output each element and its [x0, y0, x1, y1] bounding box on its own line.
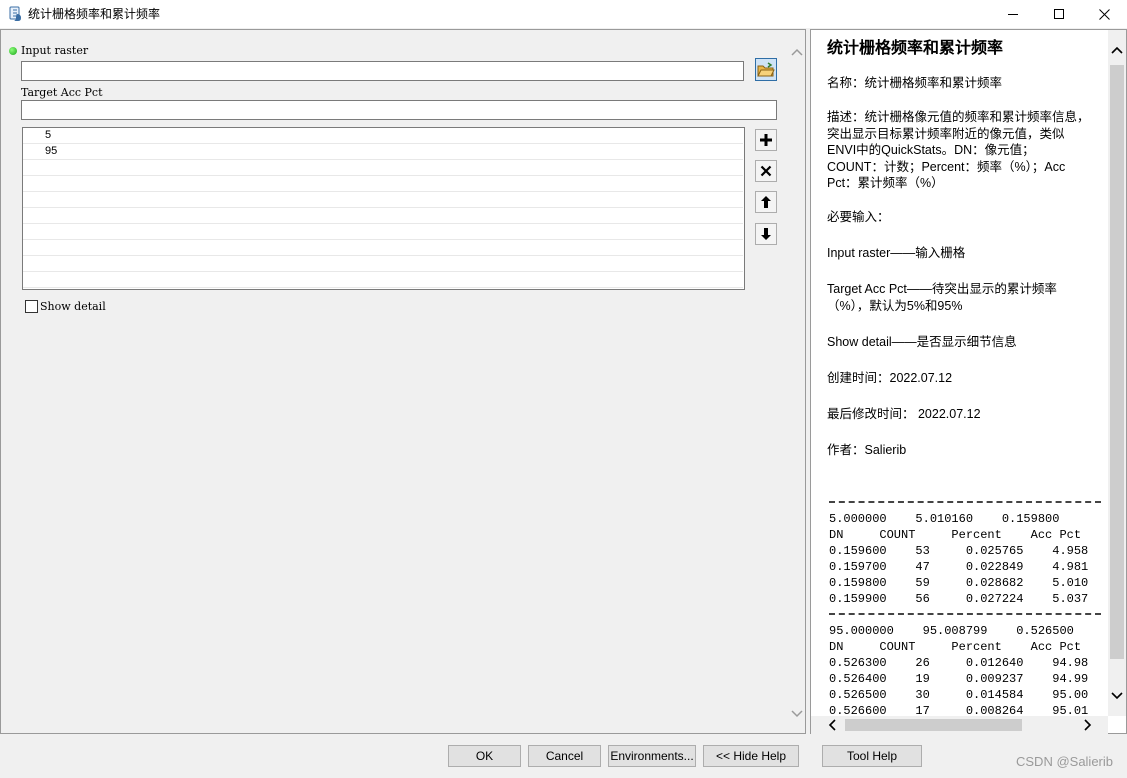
- list-item[interactable]: [23, 256, 743, 272]
- output-line: 0.526300 26 0.012640 94.98: [829, 656, 1089, 670]
- environments-button[interactable]: Environments...: [608, 745, 696, 767]
- list-item[interactable]: 95: [23, 144, 743, 160]
- arrow-down-icon: [761, 228, 771, 240]
- help-description: 描述：统计栅格像元值的频率和累计频率信息，突出显示目标累计频率附近的像元值，类似…: [827, 110, 1090, 190]
- move-up-button[interactable]: [755, 191, 777, 213]
- watermark: CSDN @Salierib: [1016, 754, 1113, 769]
- list-item[interactable]: [23, 192, 743, 208]
- scroll-up-arrow-icon[interactable]: [790, 45, 804, 59]
- list-item[interactable]: [23, 208, 743, 224]
- output-line: 5.000000 5.010160 0.159800: [829, 512, 1060, 526]
- minimize-button[interactable]: [990, 0, 1036, 28]
- browse-button[interactable]: [755, 58, 777, 81]
- help-required-heading: 必要输入：: [827, 210, 890, 224]
- arrow-up-icon: [761, 196, 771, 208]
- help-author: 作者：Salierib: [827, 443, 907, 457]
- maximize-button[interactable]: [1036, 0, 1082, 28]
- target-values-list[interactable]: 5 95: [22, 127, 745, 290]
- help-scroll-down-icon[interactable]: [1110, 688, 1124, 702]
- window-title: 统计栅格频率和累计频率: [28, 7, 161, 21]
- output-line: 0.526400 19 0.009237 94.99: [829, 672, 1089, 686]
- output-line: 0.159800 59 0.028682 5.010: [829, 576, 1089, 590]
- list-item[interactable]: [23, 272, 743, 288]
- ok-button[interactable]: OK: [448, 745, 521, 767]
- output-divider: [829, 613, 1101, 615]
- help-modified: 最后修改时间： 2022.07.12: [827, 407, 981, 421]
- help-created: 创建时间：2022.07.12: [827, 371, 953, 385]
- output-line: 0.159700 47 0.022849 4.981: [829, 560, 1089, 574]
- output-line: DN COUNT Percent Acc Pct: [829, 640, 1082, 654]
- target-acc-pct-label: Target Acc Pct: [21, 86, 103, 99]
- help-scroll-left-icon[interactable]: [826, 718, 840, 732]
- help-horizontal-scroll-thumb[interactable]: [845, 719, 1022, 731]
- add-value-button[interactable]: [755, 129, 777, 151]
- move-down-button[interactable]: [755, 223, 777, 245]
- help-param-input-raster: Input raster——输入栅格: [827, 246, 966, 260]
- help-scroll-up-icon[interactable]: [1110, 44, 1124, 58]
- list-item[interactable]: [23, 176, 743, 192]
- output-line: 95.000000 95.008799 0.526500: [829, 624, 1074, 638]
- show-detail-label: Show detail: [40, 300, 106, 313]
- list-item[interactable]: [23, 240, 743, 256]
- help-title: 统计栅格频率和累计频率: [827, 38, 1004, 57]
- help-name: 名称：统计栅格频率和累计频率: [827, 76, 1003, 90]
- help-param-show-detail: Show detail——是否显示细节信息: [827, 335, 1017, 349]
- help-pane: 统计栅格频率和累计频率 名称：统计栅格频率和累计频率 描述：统计栅格像元值的频率…: [810, 29, 1127, 734]
- open-folder-icon: [757, 61, 775, 76]
- list-item[interactable]: 5: [23, 128, 743, 144]
- help-scroll-right-icon[interactable]: [1080, 718, 1094, 732]
- help-vertical-scroll-thumb[interactable]: [1110, 65, 1124, 659]
- help-param-target: Target Acc Pct——待突出显示的累计频率（%），默认为5%和95%: [827, 282, 1057, 313]
- close-button[interactable]: [1081, 0, 1127, 28]
- show-detail-checkbox[interactable]: [25, 300, 38, 313]
- hide-help-button[interactable]: << Hide Help: [703, 745, 799, 767]
- list-item[interactable]: [23, 160, 743, 176]
- x-icon: [760, 165, 772, 177]
- output-divider: [829, 501, 1101, 503]
- list-item[interactable]: [23, 224, 743, 240]
- cancel-button[interactable]: Cancel: [528, 745, 601, 767]
- scroll-down-arrow-icon[interactable]: [790, 705, 804, 719]
- remove-value-button[interactable]: [755, 160, 777, 182]
- tool-help-button[interactable]: Tool Help: [822, 745, 922, 767]
- input-raster-label: Input raster: [21, 44, 89, 57]
- plus-icon: [760, 134, 772, 146]
- output-line: DN COUNT Percent Acc Pct: [829, 528, 1082, 542]
- target-acc-pct-field[interactable]: [21, 100, 777, 120]
- required-indicator-icon: [9, 47, 17, 55]
- parameters-pane: Input raster Target Acc Pct 5 95 Show de…: [0, 29, 806, 734]
- output-line: 0.159600 53 0.025765 4.958: [829, 544, 1089, 558]
- output-line: 0.159900 56 0.027224 5.037: [829, 592, 1089, 606]
- input-raster-field[interactable]: [21, 61, 744, 81]
- title-bar: 统计栅格频率和累计频率: [0, 0, 1127, 28]
- output-line: 0.526500 30 0.014584 95.00: [829, 688, 1089, 702]
- python-script-icon: [8, 6, 24, 22]
